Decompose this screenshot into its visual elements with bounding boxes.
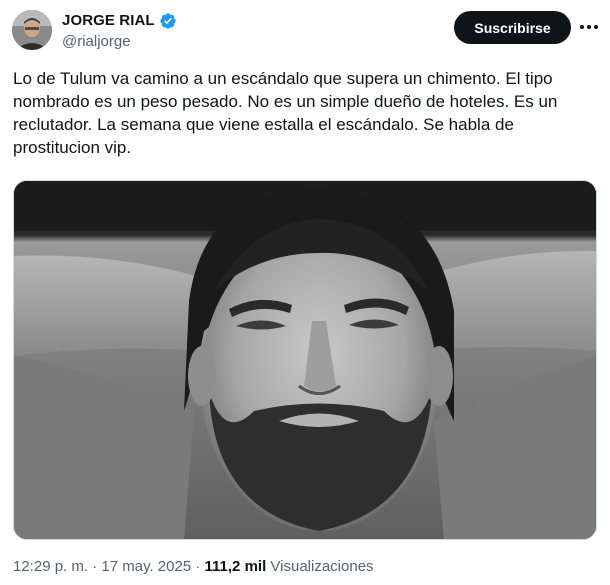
avatar[interactable] <box>12 10 52 50</box>
views-count: 111,2 mil <box>204 558 267 575</box>
author-name-row[interactable]: JORGE RIAL <box>62 12 177 30</box>
author-display-name[interactable]: JORGE RIAL <box>62 12 155 30</box>
author-info: JORGE RIAL @rialjorge <box>62 12 177 51</box>
tweet-text: Lo de Tulum va camino a un escándalo que… <box>13 69 558 157</box>
tweet-date[interactable]: 17 may. 2025 <box>101 558 191 575</box>
tweet-card: JORGE RIAL @rialjorge Suscribirse Lo de … <box>0 0 610 585</box>
meta-separator: · <box>88 558 102 575</box>
tweet-meta: 12:29 p. m. · 17 may. 2025 · 111,2 mil V… <box>13 558 374 575</box>
author-handle[interactable]: @rialjorge <box>62 33 177 51</box>
subscribe-button[interactable]: Suscribirse <box>454 11 571 44</box>
meta-separator: · <box>191 558 205 575</box>
tweet-photo[interactable] <box>13 180 597 540</box>
tweet-time[interactable]: 12:29 p. m. <box>13 558 88 575</box>
views-label: Visualizaciones <box>270 558 374 575</box>
more-options-icon[interactable] <box>578 17 600 37</box>
verified-badge-icon <box>159 12 177 30</box>
